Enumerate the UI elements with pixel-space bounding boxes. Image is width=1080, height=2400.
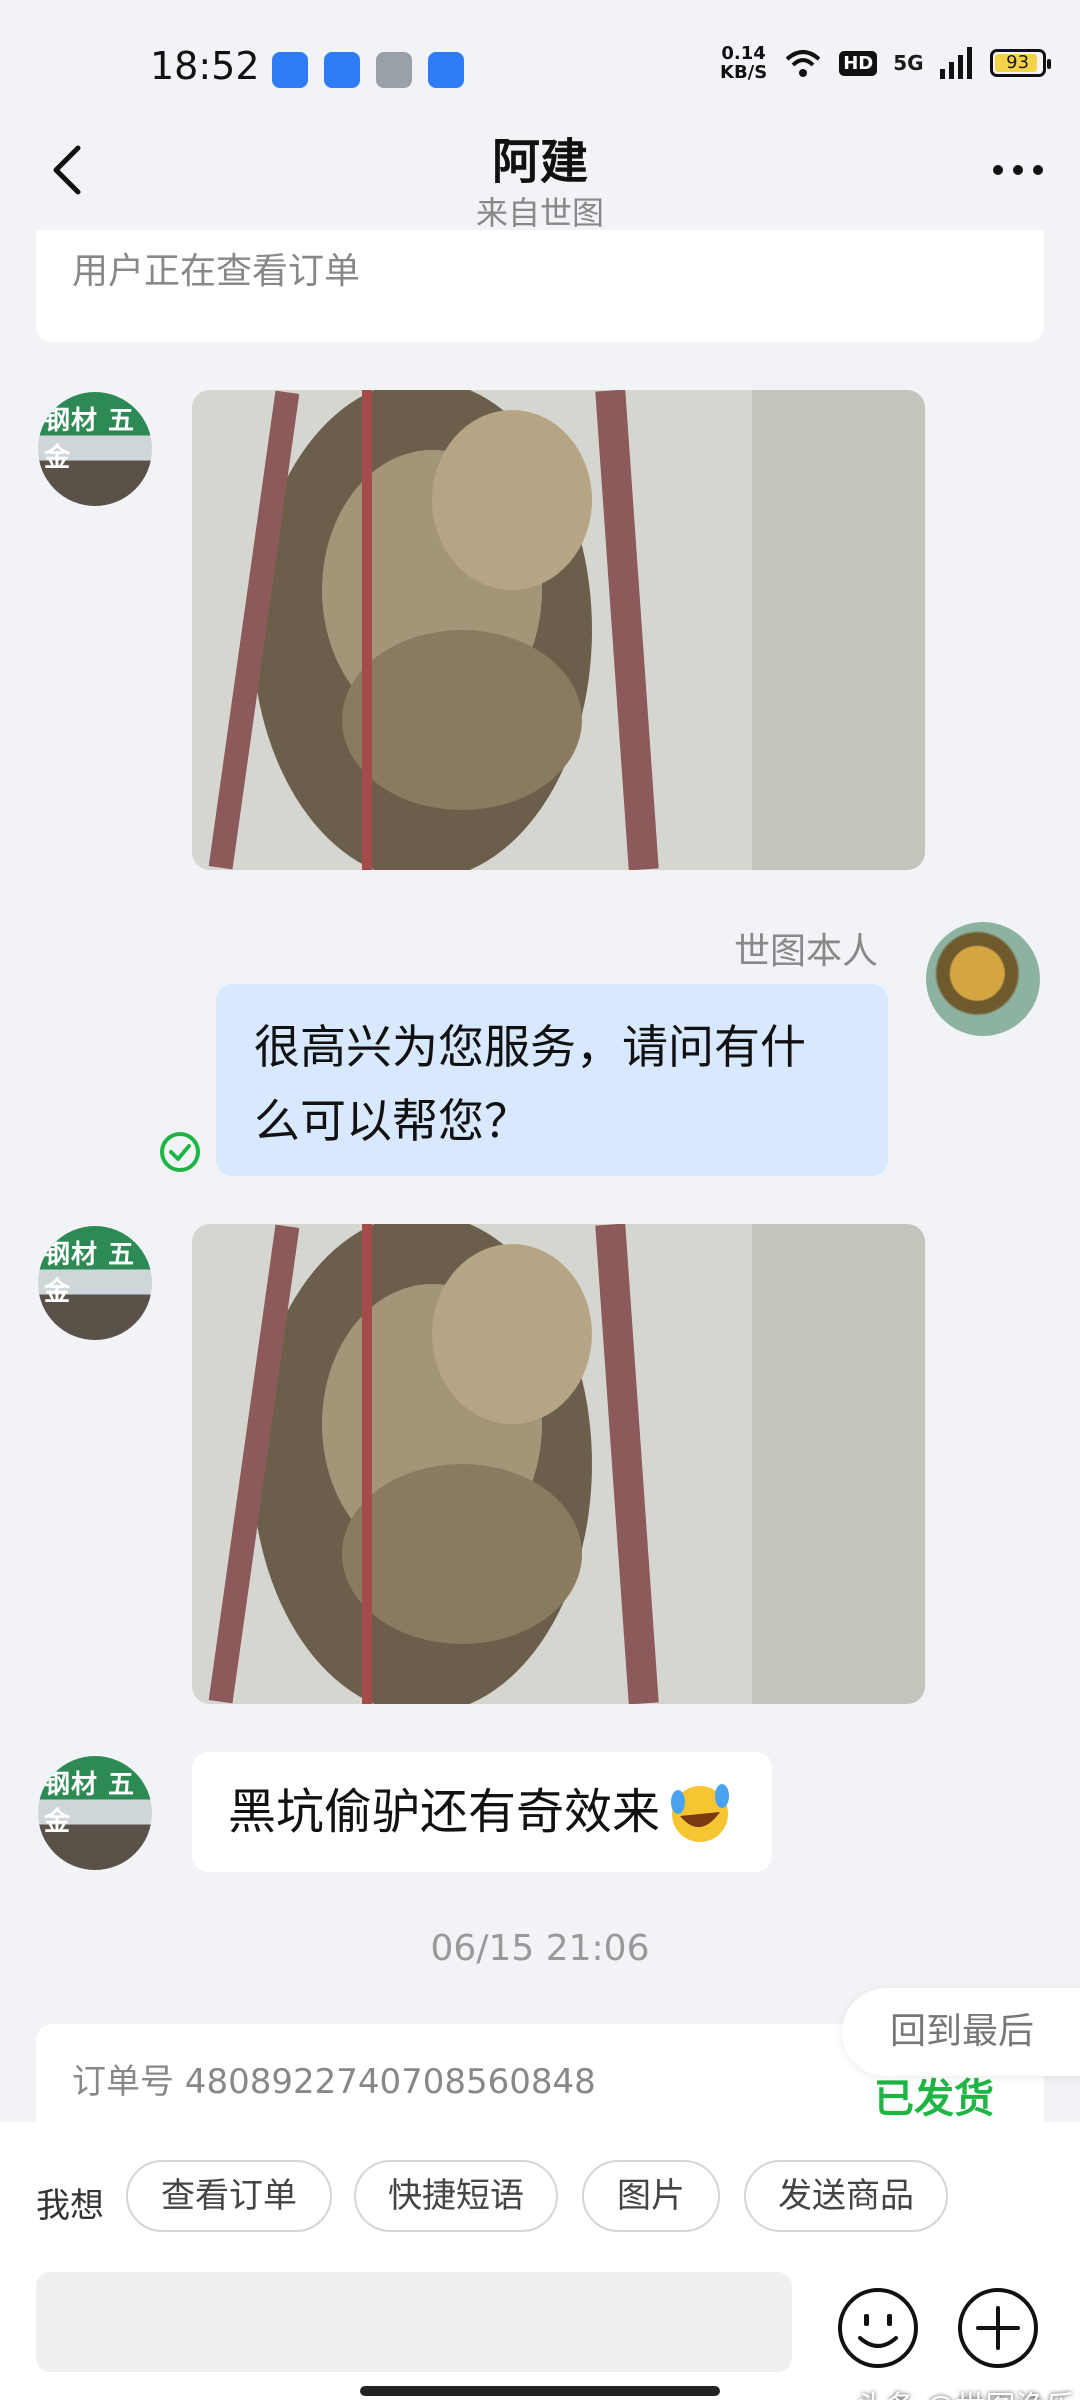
plus-circle-icon[interactable] [956, 2286, 1040, 2370]
viewing-order-text: 用户正在查看订单 [72, 251, 361, 292]
more-dots-icon[interactable] [988, 150, 1048, 190]
network-speed: 0.14 KB/S [720, 43, 768, 83]
hd-badge: HD [839, 50, 878, 76]
status-indicators: 0.14 KB/S HD 5G 93 [720, 43, 1051, 83]
received-message-bubble[interactable]: 黑坑偷驴还有奇效来 [192, 1752, 773, 1872]
customer-avatar[interactable]: 钢材 五金 [38, 392, 152, 506]
chip-image[interactable]: 图片 [582, 2160, 720, 2232]
network-type: 5G [893, 51, 924, 75]
notification-icons [272, 52, 464, 88]
chat-subtitle: 来自世图 [475, 194, 604, 232]
sender-name: 世图本人 [734, 931, 879, 972]
avatar-sign-text: 钢材 五金 [44, 1770, 136, 1837]
scroll-to-latest-button[interactable]: 回到最后 [842, 1988, 1080, 2076]
quick-actions-prefix: 我想 [36, 2186, 104, 2226]
laughing-crying-emoji-icon [671, 1784, 730, 1842]
message-timestamp: 06/15 21:06 [430, 1928, 650, 1969]
status-time: 18:52 [150, 44, 260, 88]
watermark: 头条 @世图渔乐 [856, 2382, 1076, 2400]
fish-net-photo[interactable] [192, 390, 925, 870]
chip-quick-phrases[interactable]: 快捷短语 [354, 2160, 558, 2232]
customer-avatar[interactable]: 钢材 五金 [38, 1226, 152, 1340]
check-circle-icon [160, 1132, 200, 1172]
chat-title: 阿建 [491, 134, 588, 190]
app-notification-icon [272, 52, 308, 88]
received-message-text: 黑坑偷驴还有奇效来 [228, 1784, 661, 1840]
agent-avatar[interactable] [926, 922, 1040, 1036]
customer-avatar[interactable]: 钢材 五金 [38, 1756, 152, 1870]
viewing-order-card: 用户正在查看订单 [36, 230, 1044, 342]
battery-icon: 93 [989, 49, 1051, 77]
settings-notification-icon [376, 52, 412, 88]
wifi-icon [785, 50, 821, 77]
avatar-sign-text: 钢材 五金 [44, 406, 136, 473]
smiley-icon[interactable] [836, 2286, 920, 2370]
avatar-sign-text: 钢材 五金 [44, 1240, 136, 1307]
fish-net-photo[interactable] [192, 1224, 925, 1704]
home-indicator[interactable] [360, 2386, 720, 2396]
chip-send-product[interactable]: 发送商品 [744, 2160, 948, 2232]
signal-icon [939, 47, 972, 79]
app-notification-icon [428, 52, 464, 88]
order-number: 订单号 4808922740708560848 [72, 2062, 596, 2102]
app-notification-icon [324, 52, 360, 88]
chip-view-order[interactable]: 查看订单 [126, 2160, 332, 2232]
sent-message-bubble[interactable]: 很高兴为您服务，请问有什么可以帮您？ [216, 984, 888, 1176]
message-input[interactable] [36, 2272, 792, 2372]
